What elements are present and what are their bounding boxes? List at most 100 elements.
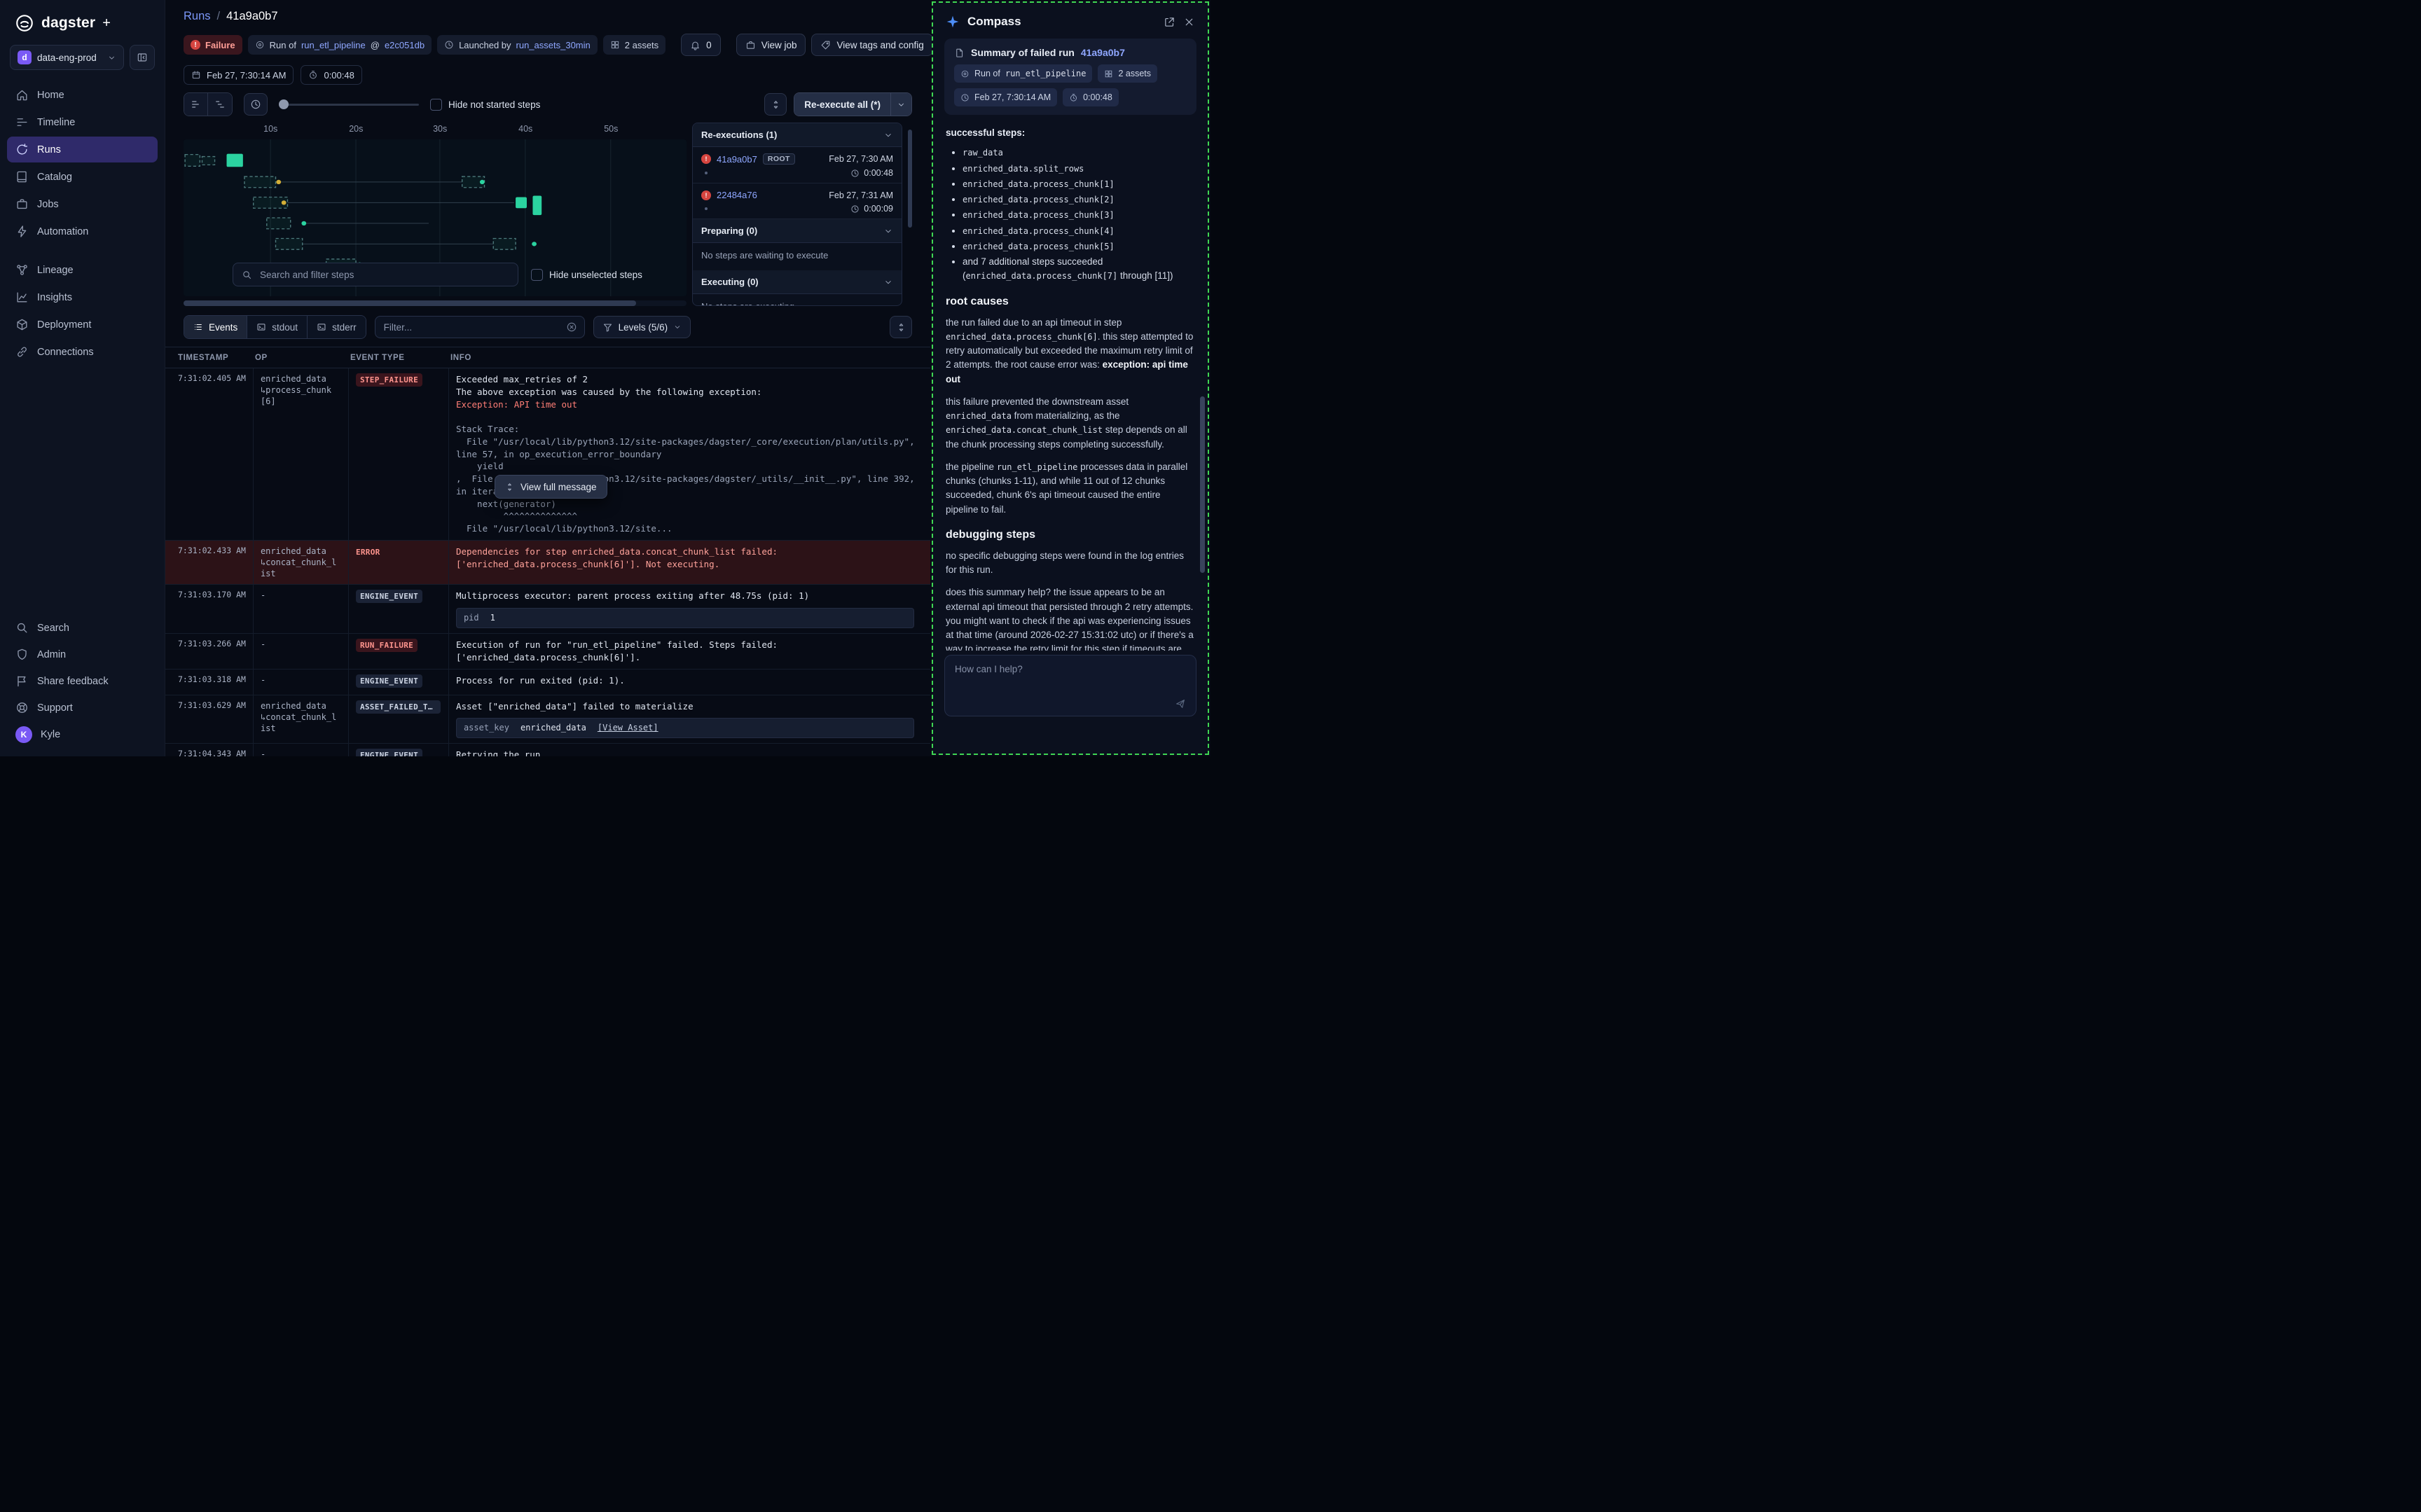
preparing-header[interactable]: Preparing (0): [693, 219, 902, 243]
clear-filter-icon[interactable]: [566, 321, 577, 333]
sidebar-item-search[interactable]: Search: [7, 615, 158, 641]
deployment-selector[interactable]: d data-eng-prod: [10, 45, 124, 70]
log-row[interactable]: 7:31:03.629 AM enriched_data↳concat_chun…: [165, 695, 930, 744]
pipeline-link[interactable]: run_etl_pipeline: [301, 40, 366, 50]
step-search-input[interactable]: [258, 269, 509, 281]
sidebar-item-deployment[interactable]: Deployment: [7, 312, 158, 338]
sidebar-item-home[interactable]: Home: [7, 82, 158, 108]
reexecutions-title: Re-executions (1): [701, 130, 777, 140]
log-row[interactable]: 7:31:04.343 AM - ENGINE_EVENT Retrying t…: [165, 744, 930, 756]
gantt-flat-view-button[interactable]: [184, 93, 208, 116]
run-id-link[interactable]: 41a9a0b7: [717, 154, 757, 165]
log-filter-input[interactable]: [382, 321, 560, 333]
log-event-type: ERROR: [349, 541, 449, 585]
log-row[interactable]: 7:31:03.170 AM - ENGINE_EVENT Multiproce…: [165, 585, 930, 634]
tab-events[interactable]: Events: [184, 316, 247, 338]
step-search-field[interactable]: [233, 263, 518, 286]
clock-icon: [960, 93, 970, 102]
compass-panel: Compass Summary of failed run 41a9a0b7 R…: [932, 1, 1209, 755]
log-row[interactable]: 7:31:02.433 AM enriched_data↳concat_chun…: [165, 541, 930, 585]
view-full-message-button[interactable]: View full message: [495, 475, 607, 499]
sidebar-item-jobs[interactable]: Jobs: [7, 191, 158, 217]
log-row[interactable]: 7:31:02.405 AM enriched_data↳process_chu…: [165, 368, 930, 541]
checkbox-box[interactable]: [531, 269, 543, 281]
target-icon: [960, 69, 970, 78]
sidebar-item-support[interactable]: Support: [7, 695, 158, 721]
gantt-toolbar: Hide not started steps Re-execute all (*…: [184, 90, 912, 118]
log-row[interactable]: 7:31:03.318 AM - ENGINE_EVENT Process fo…: [165, 670, 930, 695]
sidebar-item-automation[interactable]: Automation: [7, 219, 158, 244]
sidebar-item-share-feedback[interactable]: Share feedback: [7, 668, 158, 694]
executing-header[interactable]: Executing (0): [693, 270, 902, 294]
view-tags-config-button[interactable]: View tags and config: [811, 34, 932, 56]
sidebar-item-admin[interactable]: Admin: [7, 641, 158, 667]
send-button[interactable]: [1171, 695, 1189, 713]
event-type-badge: ENGINE_EVENT: [356, 590, 422, 603]
summary-run-id-link[interactable]: 41a9a0b7: [1081, 47, 1125, 58]
gantt-timing-button[interactable]: [244, 93, 268, 116]
log-info: Exceeded max_retries of 2The above excep…: [449, 368, 930, 540]
sidebar-bottom: SearchAdminShare feedbackSupport K Kyle: [0, 614, 165, 756]
tab-stdout[interactable]: stdout: [247, 316, 308, 338]
gantt-zoom-slider[interactable]: [279, 99, 419, 109]
scrollbar-thumb[interactable]: [184, 300, 636, 306]
hide-not-started-checkbox[interactable]: Hide not started steps: [430, 99, 540, 111]
main-vertical-scrollbar[interactable]: [908, 123, 912, 306]
gantt-waterfall-view-button[interactable]: [208, 93, 232, 116]
collapse-sidebar-button[interactable]: [130, 45, 155, 70]
timeline-icon: [15, 116, 29, 129]
sidebar-item-timeline[interactable]: Timeline: [7, 109, 158, 135]
breadcrumb-runs-link[interactable]: Runs: [184, 10, 211, 22]
reexecute-dropdown-button[interactable]: [890, 93, 911, 116]
catalog-icon: [15, 170, 29, 183]
gantt-chart[interactable]: Hide unselected steps: [184, 139, 687, 296]
reexecution-run[interactable]: ! 41a9a0b7 ROOT Feb 27, 7:30 AM 0:00:48: [693, 147, 902, 183]
dagster-logo-icon: [14, 13, 35, 34]
compass-paragraph: this failure prevented the downstream as…: [946, 395, 1195, 452]
log-event-type: ASSET_FAILED_TO_: [349, 695, 449, 744]
log-info-line: yield: [456, 460, 923, 473]
sidebar-item-runs[interactable]: Runs: [7, 137, 158, 162]
gantt-horizontal-scrollbar[interactable]: [184, 300, 687, 306]
sidebar-item-insights[interactable]: Insights: [7, 284, 158, 310]
sidebar-item-label: Insights: [37, 292, 72, 303]
executing-empty-text: No steps are executing: [693, 294, 902, 306]
gantt-expand-button[interactable]: [764, 93, 787, 116]
search-icon: [242, 270, 252, 280]
log-info-line: The above exception was caused by the fo…: [456, 386, 923, 398]
logs-expand-button[interactable]: [890, 316, 912, 338]
chevron-down-icon: [673, 323, 682, 331]
compass-chat-input[interactable]: [944, 655, 1196, 716]
slider-thumb[interactable]: [279, 99, 289, 109]
run-id-link[interactable]: 22484a76: [717, 190, 757, 200]
log-filter-field[interactable]: [375, 316, 585, 338]
axis-tick-label: 40s: [518, 124, 532, 134]
view-job-button[interactable]: View job: [736, 34, 806, 56]
console-icon: [317, 322, 326, 332]
log-tabs: Eventsstdoutstderr: [184, 315, 366, 339]
sidebar-item-user[interactable]: K Kyle: [7, 721, 158, 747]
log-table-header: TIMESTAMPOPEVENT TYPEINFO: [165, 347, 930, 368]
alerts-button[interactable]: 0: [681, 34, 721, 56]
meta-link[interactable]: [View Asset]: [598, 722, 658, 734]
sidebar-item-connections[interactable]: Connections: [7, 339, 158, 365]
sidebar-item-catalog[interactable]: Catalog: [7, 164, 158, 190]
reexecutions-header[interactable]: Re-executions (1): [693, 123, 902, 147]
open-in-new-icon[interactable]: [1164, 16, 1175, 28]
hide-unselected-checkbox[interactable]: Hide unselected steps: [531, 269, 642, 281]
at-separator: @: [371, 40, 380, 50]
log-row[interactable]: 7:31:03.266 AM - RUN_FAILURE Execution o…: [165, 634, 930, 670]
levels-dropdown-button[interactable]: Levels (5/6): [593, 316, 691, 338]
scrollbar-thumb[interactable]: [908, 130, 912, 228]
launched-by-link[interactable]: run_assets_30min: [516, 40, 591, 50]
reexecute-all-button[interactable]: Re-execute all (*): [794, 93, 890, 116]
checkbox-box[interactable]: [430, 99, 442, 111]
main-content: Runs/41a9a0b7 ! Failure Run of run_etl_p…: [165, 0, 930, 756]
tab-stderr[interactable]: stderr: [308, 316, 366, 338]
assets-chip[interactable]: 2 assets: [603, 35, 665, 55]
commit-link[interactable]: e2c051db: [385, 40, 425, 50]
reexecution-run[interactable]: ! 22484a76 Feb 27, 7:31 AM 0:00:09: [693, 183, 902, 219]
sidebar-item-lineage[interactable]: Lineage: [7, 257, 158, 283]
compass-scrollbar[interactable]: [1200, 396, 1205, 573]
close-icon[interactable]: [1183, 16, 1195, 28]
